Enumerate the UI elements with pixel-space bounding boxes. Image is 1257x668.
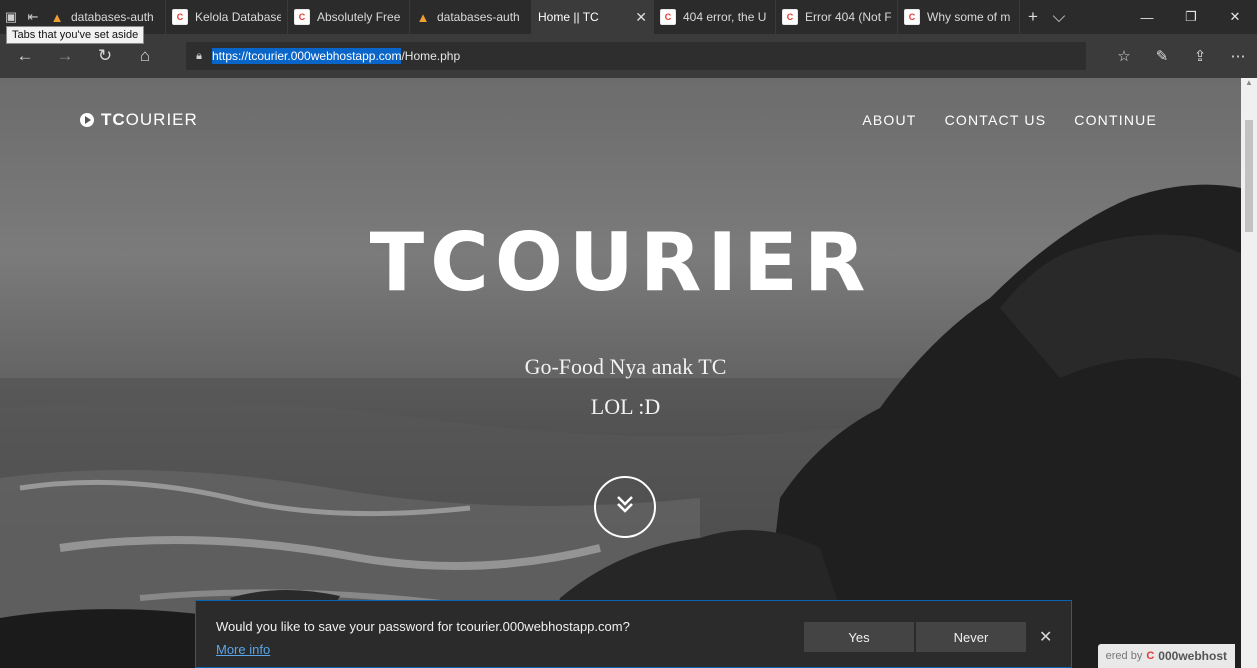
badge-prefix-text: ered by [1105, 650, 1143, 662]
tab-why-some[interactable]: C Why some of m [898, 0, 1020, 34]
tab-label: Error 404 (Not F [805, 10, 891, 24]
url-path-text: /Home.php [401, 49, 461, 63]
tab-databases-auth-2[interactable]: ▲ databases-auth [410, 0, 532, 34]
save-password-prompt: Would you like to save your password for… [195, 600, 1072, 668]
brand-rest-text: OURIER [125, 110, 198, 129]
tab-404-error[interactable]: C 404 error, the U [654, 0, 776, 34]
window-close-icon[interactable]: ✕ [1213, 0, 1257, 34]
never-button[interactable]: Never [916, 622, 1026, 652]
more-info-link[interactable]: More info [216, 642, 270, 657]
share-icon[interactable]: ⇪ [1181, 34, 1219, 78]
tab-list-chevron-icon[interactable]: ⌵ [1046, 0, 1072, 34]
tab-label: databases-auth [71, 10, 154, 24]
address-bar[interactable]: 🔒︎ https://tcourier.000webhostapp.com /H… [186, 42, 1086, 70]
more-menu-icon[interactable]: ⋯ [1219, 34, 1257, 78]
brand-bold-text: TC [101, 110, 126, 129]
menu-about[interactable]: ABOUT [862, 112, 916, 128]
tab-label: databases-auth [437, 10, 520, 24]
site-logo[interactable]: TC OURIER [80, 110, 198, 130]
scroll-down-button[interactable] [594, 476, 656, 538]
navigation-bar: ← → ↻ ⌂ 🔒︎ https://tcourier.000webhostap… [0, 34, 1257, 78]
favorites-icon[interactable]: ☆ [1105, 34, 1143, 78]
minimize-icon[interactable]: — [1125, 0, 1169, 34]
databases-favicon-icon: ▲ [50, 9, 64, 25]
menu-continue[interactable]: CONTINUE [1074, 112, 1157, 128]
play-logo-icon [80, 113, 94, 127]
webhost-favicon-icon: C [294, 9, 310, 25]
tab-home-tc[interactable]: Home || TC ✕ [0, 0, 654, 90]
prompt-close-icon[interactable]: ✕ [1039, 627, 1052, 647]
powered-by-badge[interactable]: ered by C 000webhost [1097, 644, 1235, 668]
tab-kelola-database[interactable]: C Kelola Database [166, 0, 288, 34]
window-controls: — ❐ ✕ [1125, 0, 1257, 34]
restore-icon[interactable]: ❐ [1169, 0, 1213, 34]
double-chevron-down-icon [613, 492, 637, 522]
set-aside-tooltip: Tabs that you've set aside [6, 26, 145, 44]
tab-label: Home || TC [538, 10, 599, 24]
tab-label: Absolutely Free [317, 10, 401, 24]
tab-error-404[interactable]: C Error 404 (Not F [776, 0, 898, 34]
webhost-favicon-icon: C [904, 9, 920, 25]
toolbar-right: ☆ ✎ ⇪ ⋯ [1105, 34, 1257, 78]
yes-button[interactable]: Yes [804, 622, 914, 652]
webhost-favicon-icon: C [782, 9, 798, 25]
page-scrollbar[interactable]: ▲ [1241, 78, 1257, 668]
lock-icon[interactable]: 🔒︎ [186, 50, 212, 63]
tab-absolutely-free[interactable]: C Absolutely Free [288, 0, 410, 34]
menu-contact-us[interactable]: CONTACT US [945, 112, 1047, 128]
tab-label: Kelola Database [195, 10, 281, 24]
new-tab-icon[interactable]: + [1020, 0, 1046, 34]
webhost-favicon-icon: C [172, 9, 188, 25]
scrollbar-thumb[interactable] [1245, 120, 1253, 232]
site-menu: ABOUT CONTACT US CONTINUE [862, 112, 1157, 128]
url-selected-text: https://tcourier.000webhostapp.com [212, 48, 402, 64]
save-password-message: Would you like to save your password for… [216, 619, 630, 634]
web-page: TC OURIER ABOUT CONTACT US CONTINUE TCOU… [0, 78, 1241, 668]
close-tab-icon[interactable]: ✕ [635, 9, 647, 26]
tab-bar: ▣ ⇤ ▲ databases-auth C Kelola Database C… [0, 0, 1257, 90]
hero-subtitle-line2: LOL :D [590, 394, 661, 419]
scroll-up-arrow-icon[interactable]: ▲ [1241, 78, 1257, 92]
badge-name-text: 000webhost [1158, 649, 1227, 663]
hero-title: TCOURIER [369, 216, 872, 309]
databases-favicon-icon: ▲ [416, 9, 430, 25]
webhost-logo-icon: C [1146, 650, 1155, 662]
hero-subtitle-line1: Go-Food Nya anak TC [524, 354, 727, 379]
tab-label: 404 error, the U [683, 10, 767, 24]
webhost-favicon-icon: C [660, 9, 676, 25]
tab-label: Why some of m [927, 10, 1011, 24]
pen-notes-icon[interactable]: ✎ [1143, 34, 1181, 78]
